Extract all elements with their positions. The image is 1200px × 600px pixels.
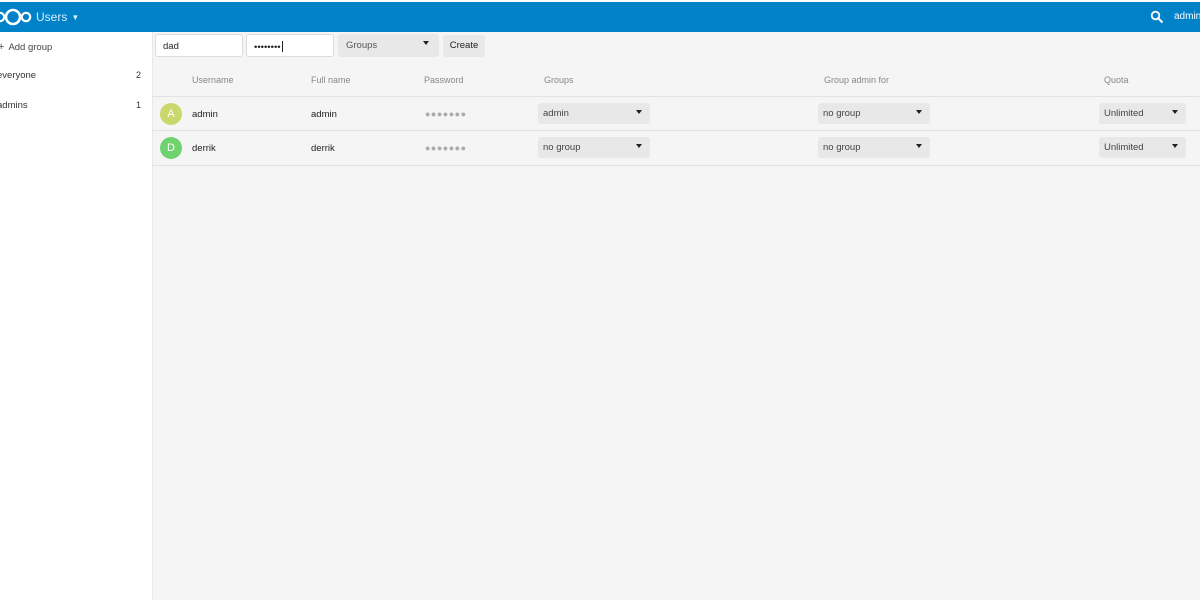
header-password: Password — [424, 75, 464, 85]
nextcloud-logo[interactable] — [0, 8, 34, 26]
username-cell: admin — [192, 109, 218, 120]
add-group-button[interactable]: + Add group — [0, 41, 52, 53]
sidebar-item-label: everyone — [0, 70, 37, 81]
avatar: D — [160, 137, 182, 159]
password-input-value: •••••••• — [254, 42, 281, 53]
sidebar-item-admins[interactable]: admins 1 — [0, 100, 149, 114]
groups-value: no group — [543, 142, 581, 153]
text-cursor — [281, 41, 283, 52]
quota-value: Unlimited — [1104, 108, 1144, 119]
table-row: A admin admin ●●●●●●● admin no group Unl… — [153, 96, 1200, 131]
quota-select[interactable]: Unlimited — [1099, 103, 1186, 124]
group-admin-value: no group — [823, 142, 861, 153]
fullname-cell[interactable]: derrik — [311, 143, 335, 154]
dropdown-arrow-icon — [636, 110, 642, 114]
main-content: dad •••••••• Groups Create Username Full… — [153, 32, 1200, 600]
dropdown-arrow-icon — [916, 144, 922, 148]
group-admin-value: no group — [823, 108, 861, 119]
add-group-label: Add group — [8, 42, 53, 53]
dropdown-arrow-icon — [1172, 110, 1178, 114]
groups-select-placeholder: Groups — [346, 40, 378, 51]
create-button[interactable]: Create — [443, 35, 485, 57]
username-cell: derrik — [192, 143, 216, 154]
groups-select[interactable]: admin — [538, 103, 650, 124]
user-menu[interactable]: admin — [1174, 11, 1200, 22]
sidebar-item-everyone[interactable]: everyone 2 — [0, 70, 149, 84]
group-count: 1 — [135, 100, 141, 110]
dropdown-arrow-icon — [423, 41, 429, 45]
header-group-admin: Group admin for — [824, 75, 890, 85]
header-groups: Groups — [544, 75, 574, 85]
sidebar: + Add group everyone 2 admins 1 — [0, 32, 153, 600]
username-input-value: dad — [163, 41, 179, 52]
app-header: Users ▼ admin — [0, 2, 1200, 32]
group-admin-select[interactable]: no group — [818, 137, 930, 158]
header-username: Username — [192, 75, 234, 85]
avatar: A — [160, 103, 182, 125]
password-cell[interactable]: ●●●●●●● — [425, 109, 467, 119]
app-menu[interactable]: Users ▼ — [36, 10, 79, 24]
quota-select[interactable]: Unlimited — [1099, 137, 1186, 158]
password-input[interactable]: •••••••• — [246, 34, 334, 57]
group-count: 2 — [135, 70, 141, 80]
dropdown-arrow-icon — [636, 144, 642, 148]
groups-select[interactable]: no group — [538, 137, 650, 158]
plus-icon: + — [0, 41, 5, 53]
username-input[interactable]: dad — [155, 34, 243, 57]
group-admin-select[interactable]: no group — [818, 103, 930, 124]
dropdown-arrow-icon — [1172, 144, 1178, 148]
password-cell[interactable]: ●●●●●●● — [425, 143, 467, 153]
table-row: D derrik derrik ●●●●●●● no group no grou… — [153, 130, 1200, 166]
groups-select[interactable]: Groups — [338, 34, 439, 57]
header-fullname: Full name — [311, 75, 351, 85]
sidebar-item-label: admins — [0, 100, 28, 111]
fullname-cell[interactable]: admin — [311, 109, 337, 120]
dropdown-arrow-icon — [916, 110, 922, 114]
quota-value: Unlimited — [1104, 142, 1144, 153]
groups-value: admin — [543, 108, 569, 119]
search-icon[interactable] — [1150, 10, 1164, 24]
chevron-down-icon: ▼ — [71, 13, 80, 22]
app-menu-label: Users — [36, 10, 68, 24]
header-quota: Quota — [1104, 75, 1129, 85]
